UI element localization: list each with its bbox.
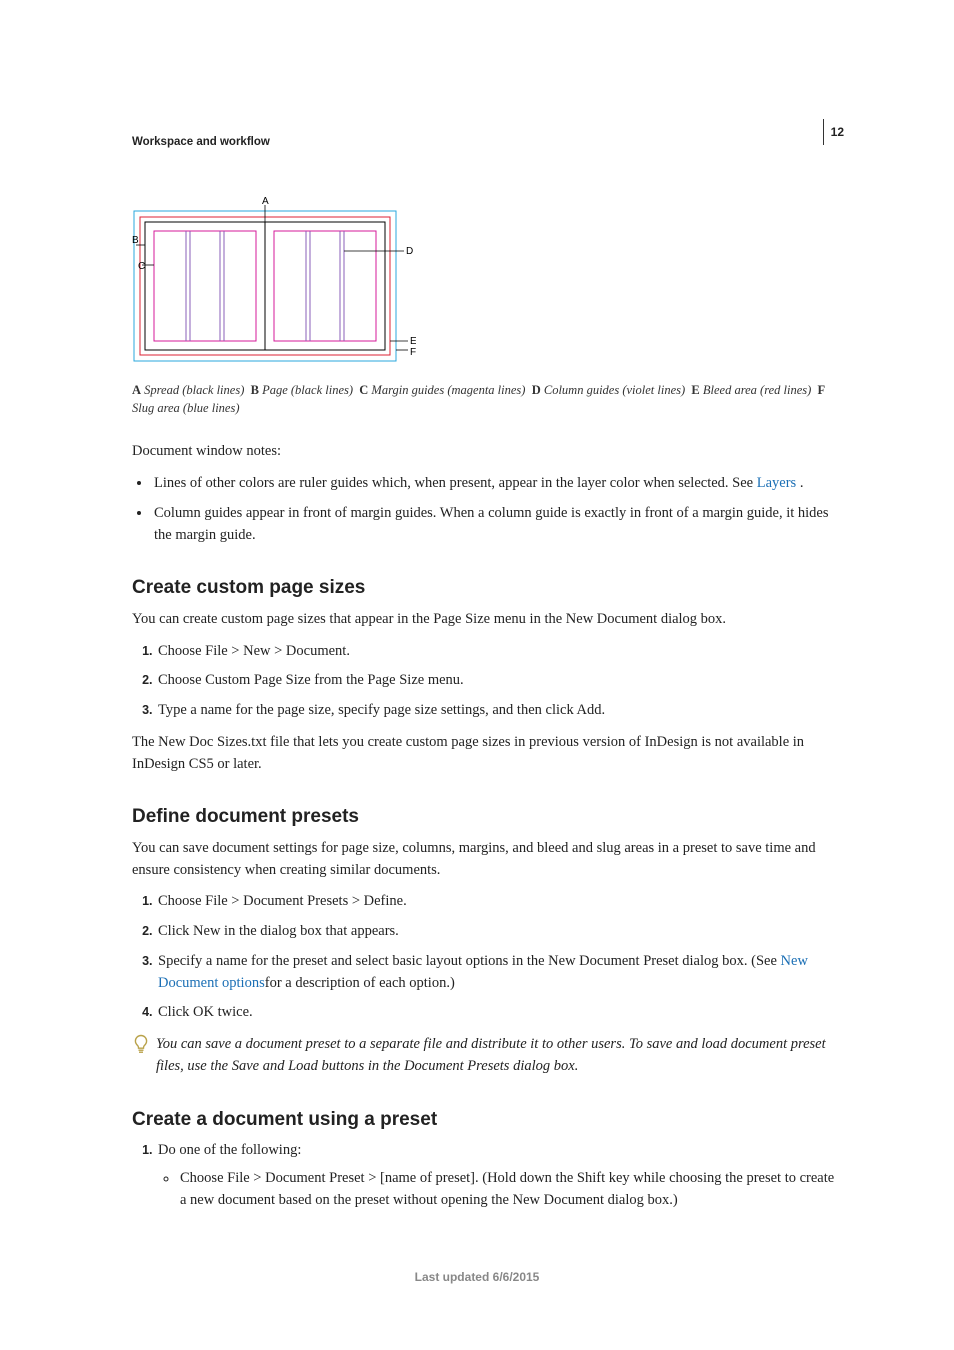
diagram-label-e: E [410, 336, 416, 347]
lightbulb-icon [132, 1034, 150, 1056]
diagram-label-c: C [138, 261, 145, 272]
define-presets-steps: Choose File > Document Presets > Define.… [132, 891, 844, 1024]
list-item: Click New in the dialog box that appears… [156, 921, 844, 943]
heading-define-document-presets: Define document presets [132, 803, 844, 832]
diagram-label-b: B [132, 235, 139, 246]
tip: You can save a document preset to a sepa… [132, 1034, 844, 1078]
list-item: Choose Custom Page Size from the Page Si… [156, 670, 844, 692]
list-item: Column guides appear in front of margin … [152, 503, 844, 547]
list-item: Click OK twice. [156, 1002, 844, 1024]
diagram-caption: A Spread (black lines) B Page (black lin… [132, 381, 844, 417]
doc-notes-heading: Document window notes: [132, 441, 844, 463]
diagram-label-a: A [262, 197, 269, 207]
list-item: Choose File > New > Document. [156, 641, 844, 663]
list-item: Do one of the following: Choose File > D… [156, 1140, 844, 1211]
layers-link[interactable]: Layers [757, 475, 800, 491]
page-number: 12 [823, 119, 844, 145]
running-head: Workspace and workflow [132, 134, 844, 151]
list-item: Specify a name for the preset and select… [156, 951, 844, 995]
body-text: You can save document settings for page … [132, 838, 844, 882]
body-text: You can create custom page sizes that ap… [132, 609, 844, 631]
create-custom-steps: Choose File > New > Document. Choose Cus… [132, 641, 844, 722]
diagram-label-f: F [410, 347, 416, 358]
list-item: Choose File > Document Preset > [name of… [178, 1168, 844, 1212]
sub-list: Choose File > Document Preset > [name of… [158, 1168, 844, 1212]
heading-create-custom-page-sizes: Create custom page sizes [132, 574, 844, 603]
body-text: The New Doc Sizes.txt file that lets you… [132, 732, 844, 776]
heading-create-document-using-preset: Create a document using a preset [132, 1106, 844, 1135]
list-item: Lines of other colors are ruler guides w… [152, 473, 844, 495]
diagram-label-d: D [406, 246, 413, 257]
doc-notes-list: Lines of other colors are ruler guides w… [132, 473, 844, 546]
diagram-spread-layout: A B C D E F [132, 197, 844, 375]
tip-text: You can save a document preset to a sepa… [156, 1034, 844, 1078]
footer-last-updated: Last updated 6/6/2015 [0, 1268, 954, 1286]
create-using-preset-steps: Do one of the following: Choose File > D… [132, 1140, 844, 1211]
list-item: Type a name for the page size, specify p… [156, 700, 844, 722]
list-item: Choose File > Document Presets > Define. [156, 891, 844, 913]
